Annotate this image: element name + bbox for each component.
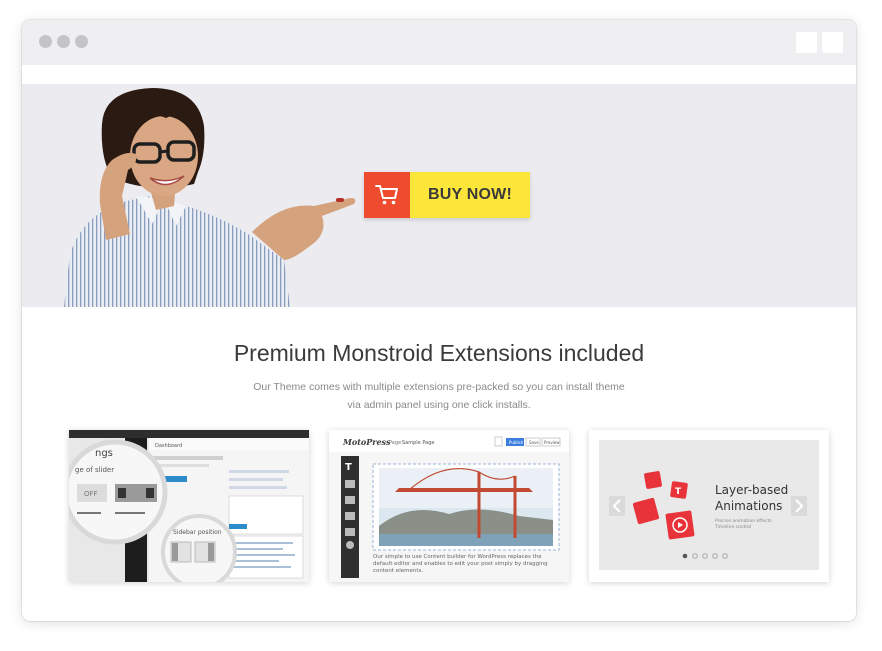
admin-panel-screenshot: Dashboard ngs ge of slider OFF Sidebar p…: [69, 430, 309, 582]
motopress-caption: Our simple to use Content builder for Wo…: [373, 554, 548, 574]
page-label: Page:: [389, 440, 403, 446]
sidebar-position-label: Sidebar position: [173, 529, 222, 536]
buy-now-button[interactable]: BUY NOW!: [364, 172, 530, 218]
window-dot: [57, 35, 70, 48]
extension-card-admin[interactable]: Dashboard ngs ge of slider OFF Sidebar p…: [69, 430, 309, 582]
layer-slider-screenshot: T Layer-based Animations Precise animati…: [589, 430, 829, 582]
motopress-screenshot: MotoPress Page: Sample Page Publish Save…: [329, 430, 569, 582]
hero-banner: BUY NOW!: [22, 84, 856, 307]
slider-dot: [682, 553, 688, 559]
svg-text:T: T: [675, 487, 682, 497]
buy-now-label: BUY NOW!: [410, 172, 530, 218]
layer-sub-2: Timeline control: [714, 524, 751, 530]
window-button[interactable]: [796, 32, 817, 53]
woman-pointing-image: [64, 88, 356, 307]
layer-heading-2: Animations: [715, 499, 782, 513]
section-subtitle: Our Theme comes with multiple extensions…: [252, 378, 626, 414]
layer-heading-1: Layer-based: [715, 483, 788, 497]
cart-icon: [364, 172, 410, 218]
image-tile-icon: [644, 471, 662, 489]
svg-text:T: T: [345, 462, 352, 473]
browser-window: BUY NOW! Premium Monstroid Extensions in…: [22, 20, 856, 621]
off-label: OFF: [84, 490, 98, 498]
subtitle-line-2: via admin panel using one click installs…: [347, 399, 531, 411]
subtitle-line-1: Our Theme comes with multiple extensions…: [253, 381, 625, 393]
admin-tab-label: Dashboard: [155, 443, 182, 449]
window-dot: [39, 35, 52, 48]
window-dot: [75, 35, 88, 48]
motopress-logo: MotoPress: [342, 437, 391, 447]
svg-text:Preview: Preview: [544, 440, 560, 445]
svg-text:Save: Save: [529, 440, 539, 445]
extension-card-layer-slider[interactable]: T Layer-based Animations Precise animati…: [589, 430, 829, 582]
window-titlebar: [22, 20, 856, 65]
chevron-right-icon: [791, 496, 807, 516]
page-name: Sample Page: [402, 440, 434, 446]
magnifier-title: ngs: [95, 448, 113, 459]
magnifier-subtitle: ge of slider: [75, 466, 114, 474]
extension-card-motopress[interactable]: MotoPress Page: Sample Page Publish Save…: [329, 430, 569, 582]
layer-sub-1: Precise animation effects: [715, 518, 772, 524]
window-button[interactable]: [822, 32, 843, 53]
section-title: Premium Monstroid Extensions included: [233, 340, 645, 366]
chevron-left-icon: [609, 496, 625, 516]
svg-text:Publish: Publish: [509, 440, 524, 445]
